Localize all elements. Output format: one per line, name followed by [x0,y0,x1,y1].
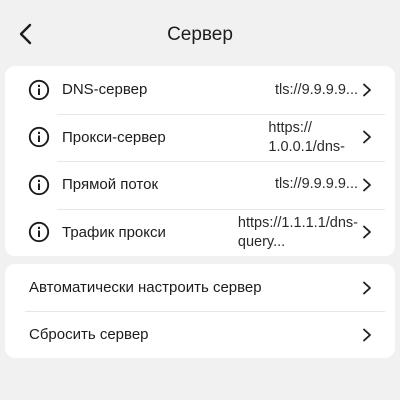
reset-server-label: Сбросить сервер [29,326,149,343]
proxy-server-row[interactable]: Прокси-сервер https:// 1.0.0.1/dns- [5,113,395,162]
server-actions-card: Автоматически настроить сервер Сбросить … [5,264,395,358]
auto-configure-server-label: Автоматически настроить сервер [29,279,262,296]
proxy-server-value: https:// 1.0.0.1/dns- [268,119,345,155]
dns-server-label: DNS-сервер [62,81,148,99]
direct-flow-row[interactable]: Прямой поток tls://9.9.9.9... [5,161,395,209]
chevron-right-icon [361,225,373,239]
top-bar: Сервер [0,0,400,64]
info-icon[interactable] [27,220,51,244]
chevron-right-icon [361,130,373,144]
direct-flow-value: tls://9.9.9.9... [274,176,358,192]
reset-server-row[interactable]: Сбросить сервер [5,311,395,358]
chevron-right-icon [361,178,373,192]
server-settings-card: DNS-сервер tls://9.9.9.9... Прокси-серве… [5,66,395,256]
proxy-traffic-label: Трафик прокси [62,223,166,241]
info-icon[interactable] [27,78,51,102]
dns-server-value: tls://9.9.9.9... [274,82,358,98]
info-icon[interactable] [27,173,51,197]
auto-configure-server-row[interactable]: Автоматически настроить сервер [5,264,395,311]
dns-server-row[interactable]: DNS-сервер tls://9.9.9.9... [5,66,395,114]
proxy-server-label: Прокси-сервер [62,128,166,146]
chevron-right-icon [361,281,373,295]
proxy-traffic-value: https://1.1.1.1/dns- query... [237,214,358,250]
chevron-right-icon [361,328,373,342]
chevron-right-icon [361,83,373,97]
direct-flow-label: Прямой поток [62,176,159,194]
page-title: Сервер [167,24,233,45]
proxy-traffic-row[interactable]: Трафик прокси https://1.1.1.1/dns- query… [5,208,395,257]
info-icon[interactable] [27,125,51,149]
